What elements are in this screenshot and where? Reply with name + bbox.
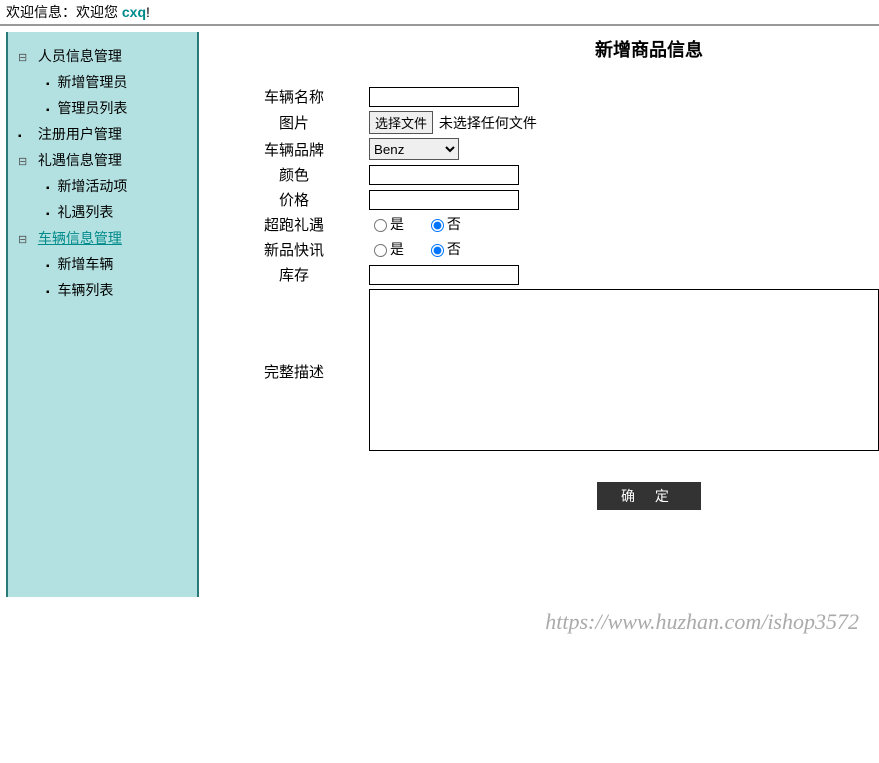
- radio-news-no-label[interactable]: 否: [426, 239, 461, 259]
- welcome-text: 欢迎信息：欢迎您: [6, 4, 122, 20]
- sidebar-item-admin-list[interactable]: 管理员列表: [18, 98, 187, 118]
- sidebar-item-courtesy-list[interactable]: 礼遇列表: [18, 202, 187, 222]
- label-super: 超跑礼遇: [219, 214, 369, 235]
- label-desc: 完整描述: [219, 361, 369, 382]
- sidebar-item-add-vehicle[interactable]: 新增车辆: [18, 254, 187, 274]
- radio-news-yes[interactable]: [374, 244, 387, 257]
- radio-super-no[interactable]: [431, 219, 444, 232]
- sidebar-group-register-user[interactable]: 注册用户管理: [18, 124, 187, 144]
- input-price[interactable]: [369, 190, 519, 210]
- sidebar-group-label[interactable]: 人员信息管理: [38, 48, 122, 64]
- label-name: 车辆名称: [219, 86, 369, 107]
- file-status-text: 未选择任何文件: [439, 115, 537, 131]
- page-title: 新增商品信息: [219, 36, 879, 62]
- label-color: 颜色: [219, 164, 369, 185]
- input-color[interactable]: [369, 165, 519, 185]
- label-news: 新品快讯: [219, 239, 369, 260]
- label-image: 图片: [219, 112, 369, 133]
- sidebar: 人员信息管理 新增管理员 管理员列表 注册用户管理 礼遇信息管理 新增活动项 礼…: [6, 32, 199, 597]
- radio-super-no-label[interactable]: 否: [426, 214, 461, 234]
- sidebar-item-add-activity[interactable]: 新增活动项: [18, 176, 187, 196]
- file-choose-button[interactable]: 选择文件: [369, 111, 433, 134]
- select-brand[interactable]: Benz: [369, 138, 459, 160]
- label-price: 价格: [219, 189, 369, 210]
- watermark-text: https://www.huzhan.com/ishop3572: [0, 597, 879, 635]
- username-text: cxq: [122, 4, 146, 20]
- sidebar-item-vehicle-list[interactable]: 车辆列表: [18, 280, 187, 300]
- submit-button[interactable]: 确 定: [597, 482, 701, 510]
- radio-super-yes[interactable]: [374, 219, 387, 232]
- radio-news-yes-label[interactable]: 是: [369, 239, 404, 259]
- sidebar-group-courtesy[interactable]: 礼遇信息管理: [18, 150, 187, 170]
- radio-news-no[interactable]: [431, 244, 444, 257]
- input-vehicle-name[interactable]: [369, 87, 519, 107]
- label-brand: 车辆品牌: [219, 139, 369, 160]
- content-area: 新增商品信息 车辆名称 图片 选择文件 未选择任何文件 车辆品牌 Benz 颜色: [219, 26, 879, 597]
- label-stock: 库存: [219, 264, 369, 285]
- sidebar-group-vehicle[interactable]: 车辆信息管理: [18, 228, 187, 248]
- exclaim-text: !: [146, 4, 150, 20]
- input-stock[interactable]: [369, 265, 519, 285]
- header-bar: 欢迎信息：欢迎您 cxq!: [0, 0, 879, 25]
- sidebar-item-add-admin[interactable]: 新增管理员: [18, 72, 187, 92]
- sidebar-group-personnel[interactable]: 人员信息管理: [18, 46, 187, 66]
- textarea-description[interactable]: [369, 289, 879, 451]
- radio-super-yes-label[interactable]: 是: [369, 214, 404, 234]
